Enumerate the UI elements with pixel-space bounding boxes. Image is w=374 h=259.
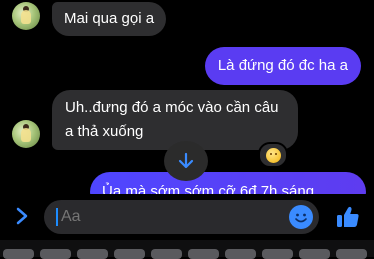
- like-button[interactable]: [334, 203, 362, 231]
- incoming-message[interactable]: Uh..đưng đó a móc vào cần câu a thả xuốn…: [52, 90, 298, 150]
- thumbs-up-icon: [337, 206, 359, 227]
- text-caret: [56, 208, 58, 226]
- chevron-right-icon: [16, 207, 28, 225]
- grinning-face-icon: [265, 147, 281, 163]
- arrow-down-icon: [178, 152, 194, 169]
- contact-avatar[interactable]: [12, 120, 40, 148]
- keyboard-key[interactable]: [151, 249, 182, 259]
- keyboard: [0, 240, 374, 259]
- scroll-to-bottom-button[interactable]: [164, 141, 208, 181]
- emoji-icon: [290, 206, 312, 228]
- avatar-figure-body: [21, 10, 31, 24]
- message-input[interactable]: [61, 207, 281, 227]
- outgoing-message[interactable]: Là đứng đó đc ha a: [204, 47, 361, 85]
- message-input-container[interactable]: [44, 200, 319, 234]
- contact-avatar[interactable]: [12, 2, 40, 30]
- avatar-figure-body: [21, 128, 31, 142]
- chat-thread: Mai qua gọi a Là đứng đó đc ha a Uh..đưn…: [0, 0, 374, 259]
- keyboard-key[interactable]: [336, 249, 367, 259]
- keyboard-key[interactable]: [299, 249, 330, 259]
- keyboard-key[interactable]: [40, 249, 71, 259]
- keyboard-key[interactable]: [114, 249, 145, 259]
- message-composer: [0, 194, 374, 240]
- incoming-message[interactable]: Mai qua gọi a: [52, 2, 167, 36]
- keyboard-key[interactable]: [262, 249, 293, 259]
- emoji-button[interactable]: [289, 205, 313, 229]
- expand-actions-button[interactable]: [10, 204, 34, 228]
- keyboard-key[interactable]: [3, 249, 34, 259]
- keyboard-key[interactable]: [188, 249, 219, 259]
- keyboard-key[interactable]: [225, 249, 256, 259]
- keyboard-key[interactable]: [77, 249, 108, 259]
- message-reaction[interactable]: [258, 142, 288, 168]
